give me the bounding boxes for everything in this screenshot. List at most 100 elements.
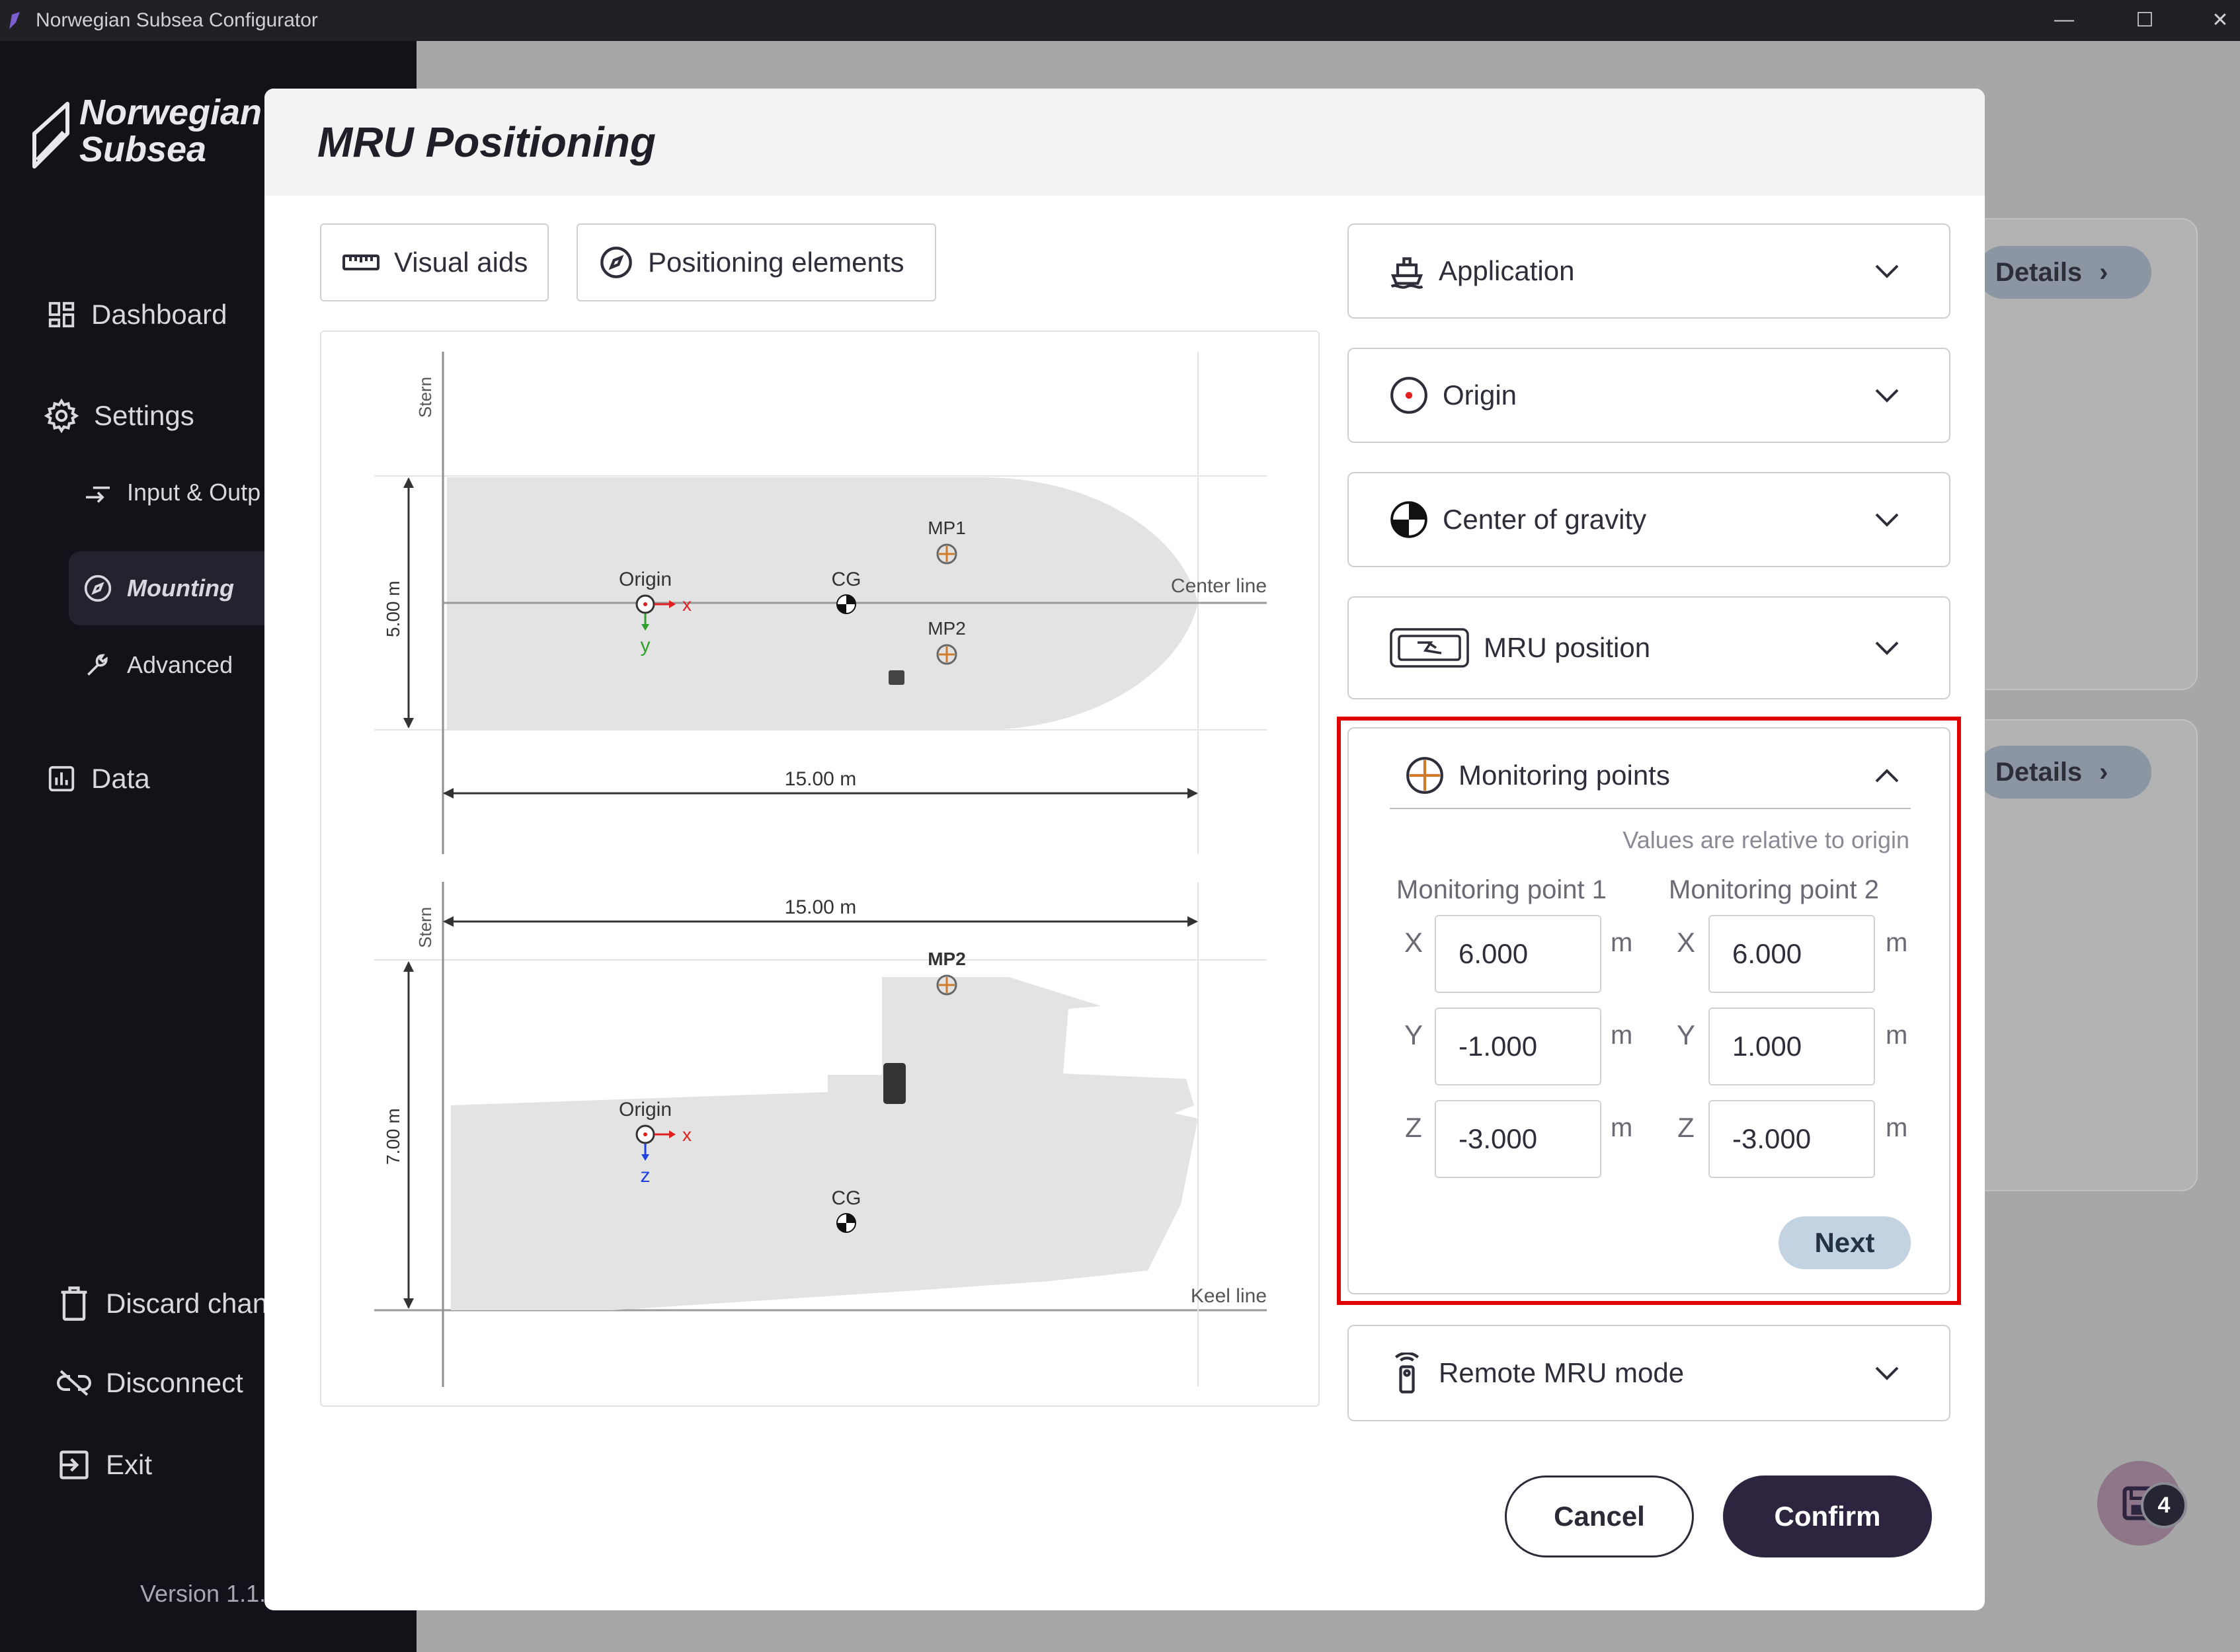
unit-label: m <box>1611 1021 1633 1050</box>
mru-device-side <box>883 1063 906 1104</box>
logo-line2: Subsea <box>79 130 207 169</box>
side-x-axis-label: x <box>682 1124 692 1145</box>
application-header[interactable]: Application <box>1349 225 1949 317</box>
dialog-header: MRU Positioning <box>264 89 1985 196</box>
sidebar-item-label: Dashboard <box>91 299 227 330</box>
sidebar-item-dashboard[interactable]: Dashboard <box>46 299 227 331</box>
unsaved-count-badge: 4 <box>2141 1482 2187 1528</box>
mp1-label: MP1 <box>928 518 966 538</box>
mru-position-section[interactable]: MRU position <box>1347 596 1950 699</box>
sidebar-item-discard-changes[interactable]: Discard chan <box>57 1285 268 1322</box>
chevron-down-icon <box>1875 389 1899 403</box>
origin-icon <box>1390 377 1427 414</box>
sidebar-item-data[interactable]: Data <box>46 763 150 795</box>
width-dimension-label: 5.00 m <box>383 580 403 637</box>
mp1-x-input[interactable]: 6.000 <box>1435 915 1601 993</box>
monitoring-point-2-heading: Monitoring point 2 <box>1669 875 1879 904</box>
visual-aids-button[interactable]: Visual aids <box>320 223 549 301</box>
remote-mru-mode-section[interactable]: Remote MRU mode <box>1347 1325 1950 1421</box>
sidebar-item-exit[interactable]: Exit <box>57 1448 152 1482</box>
mp2-z-input[interactable]: -3.000 <box>1708 1100 1875 1178</box>
origin-header[interactable]: Origin <box>1349 349 1949 442</box>
details-button[interactable]: Details › <box>1977 246 2151 299</box>
mp1-y-input[interactable]: -1.000 <box>1435 1007 1601 1085</box>
side-view: Keel line Stern 15.00 m 7.00 m Origin x … <box>374 882 1267 1387</box>
unit-label: m <box>1611 928 1633 957</box>
vessel-diagram: Center line Stern 5.00 m 15.00 m Origin <box>320 331 1320 1407</box>
compass-icon <box>84 574 112 602</box>
sidebar-item-label: Discard chan <box>106 1288 268 1319</box>
cg-label: CG <box>832 569 861 590</box>
stern-label: Stern <box>415 377 435 418</box>
swap-icon <box>86 487 110 503</box>
mp2-y-input[interactable]: 1.000 <box>1708 1007 1875 1085</box>
chevron-down-icon <box>1875 1366 1899 1380</box>
unit-label: m <box>1886 1021 1908 1050</box>
sidebar-item-disconnect[interactable]: Disconnect <box>57 1367 243 1399</box>
center-of-gravity-icon <box>1390 501 1427 538</box>
details-button[interactable]: Details › <box>1977 746 2151 799</box>
chevron-right-icon: › <box>2099 257 2108 287</box>
chevron-up-icon[interactable] <box>1874 768 1900 784</box>
mru-position-header[interactable]: MRU position <box>1349 598 1949 698</box>
wrench-icon <box>87 654 108 676</box>
sidebar-item-label: Exit <box>106 1449 153 1480</box>
vessel-diagram-canvas: Center line Stern 5.00 m 15.00 m Origin <box>374 352 1267 1387</box>
y-axis-label: y <box>641 635 651 656</box>
stern-label: Stern <box>415 907 435 948</box>
next-button[interactable]: Next <box>1779 1216 1911 1269</box>
center-of-gravity-header[interactable]: Center of gravity <box>1349 473 1949 566</box>
top-view: Center line Stern 5.00 m 15.00 m Origin <box>374 352 1267 854</box>
origin-label: Origin <box>1443 379 1517 411</box>
x-label: X <box>1404 927 1423 958</box>
origin-section[interactable]: Origin <box>1347 348 1950 443</box>
close-button[interactable]: ✕ <box>2200 4 2240 36</box>
keel-line-label: Keel line <box>1191 1285 1267 1307</box>
sidebar-item-settings[interactable]: Settings <box>44 398 194 434</box>
application-label: Application <box>1439 255 1575 286</box>
z-axis-label: z <box>641 1165 651 1187</box>
compass-icon <box>600 247 632 278</box>
mp2-x-input[interactable]: 6.000 <box>1708 915 1875 993</box>
center-of-gravity-section[interactable]: Center of gravity <box>1347 472 1950 567</box>
sidebar-item-label: Disconnect <box>106 1367 243 1398</box>
positioning-elements-button[interactable]: Positioning elements <box>577 223 936 301</box>
sidebar-item-label: Advanced <box>127 651 233 678</box>
origin-label: Origin <box>619 569 672 590</box>
z-label: Z <box>1677 1112 1695 1143</box>
minimize-button[interactable]: — <box>2044 4 2084 36</box>
visual-aids-label: Visual aids <box>394 247 528 278</box>
width-dimension: 5.00 m <box>383 477 414 728</box>
unlink-icon <box>57 1370 91 1396</box>
sidebar-item-input-output[interactable]: Input & Outp <box>83 479 260 506</box>
dashboard-icon <box>48 301 75 328</box>
chevron-down-icon <box>1875 264 1899 278</box>
hull-side-view <box>451 977 1198 1310</box>
chevron-down-icon <box>1875 513 1899 527</box>
application-section[interactable]: Application <box>1347 223 1950 319</box>
unit-label: m <box>1886 1113 1908 1142</box>
remote-icon <box>1394 1353 1420 1394</box>
window-titlebar: Norwegian Subsea Configurator — ☐ ✕ <box>0 0 2240 41</box>
mru-device-top <box>889 670 904 685</box>
x-label: X <box>1676 927 1695 958</box>
confirm-button[interactable]: Confirm <box>1723 1475 1932 1557</box>
ruler-icon <box>342 255 380 270</box>
chart-icon <box>48 766 75 792</box>
sidebar-item-advanced[interactable]: Advanced <box>83 650 233 680</box>
side-mp2-label: MP2 <box>928 949 966 969</box>
exit-icon <box>60 1450 89 1479</box>
monitoring-points-label: Monitoring points <box>1459 760 1670 791</box>
sidebar-item-label: Data <box>91 763 150 794</box>
maximize-button[interactable]: ☐ <box>2125 4 2165 36</box>
mru-position-label: MRU position <box>1484 632 1651 663</box>
chevron-right-icon: › <box>2099 757 2108 787</box>
cancel-button[interactable]: Cancel <box>1505 1475 1694 1557</box>
side-length-dimension-label: 15.00 m <box>785 896 856 918</box>
app-icon <box>9 12 20 29</box>
mp1-z-input[interactable]: -3.000 <box>1435 1100 1601 1178</box>
height-dimension: 7.00 m <box>383 961 414 1309</box>
z-label: Z <box>1405 1112 1422 1143</box>
monitoring-points-header[interactable]: Monitoring points <box>1404 755 1670 796</box>
remote-mru-mode-header[interactable]: Remote MRU mode <box>1349 1326 1949 1420</box>
